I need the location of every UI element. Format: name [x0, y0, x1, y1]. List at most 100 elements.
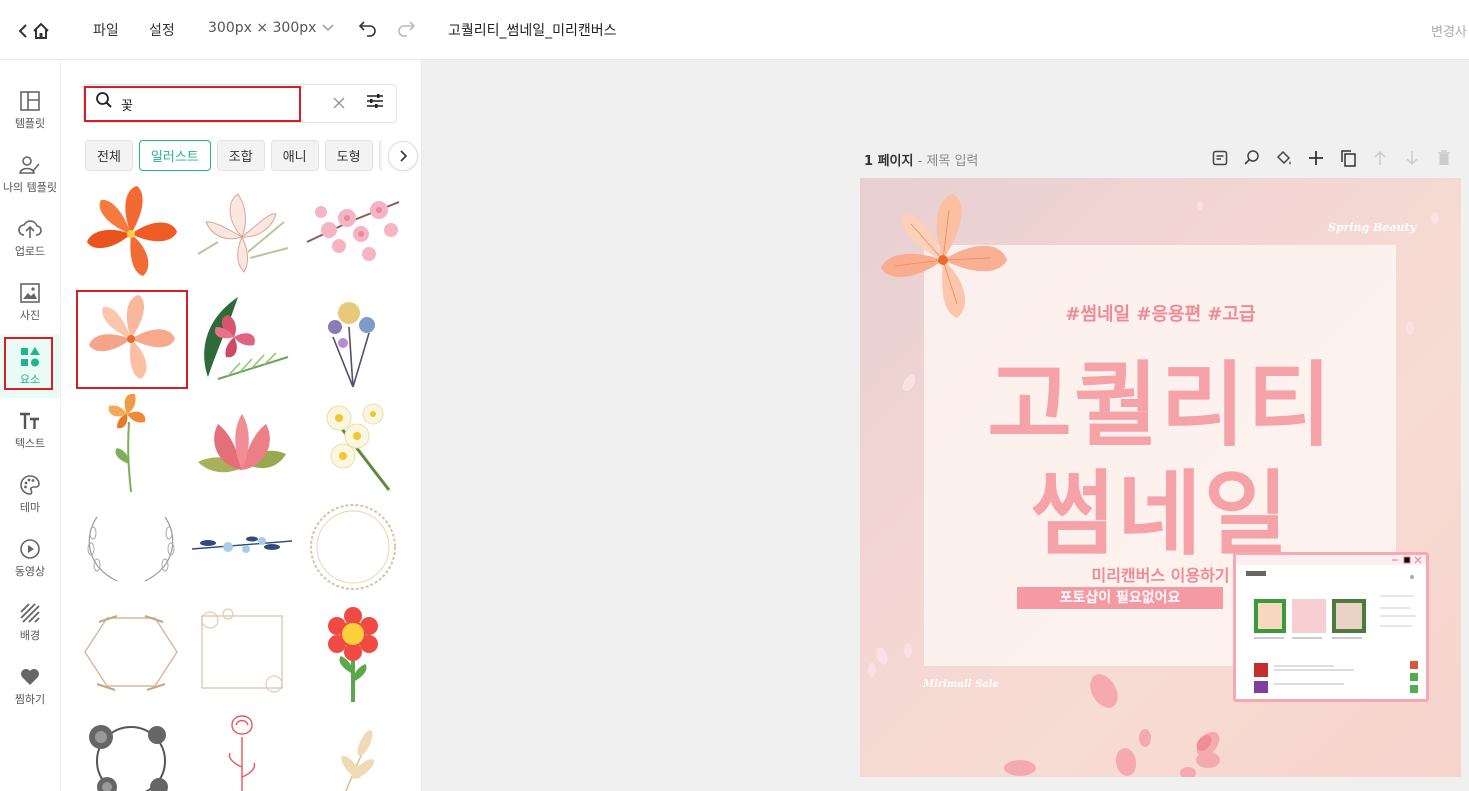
search-icon	[96, 92, 112, 108]
rail-label: 배경	[19, 629, 41, 642]
chip-illustration[interactable]: 일러스트	[138, 140, 211, 171]
page-label[interactable]: 1 페이지 - 제목 입력	[864, 150, 978, 169]
menu-settings[interactable]: 설정	[149, 20, 175, 40]
golden-wreath-illustration	[310, 504, 396, 590]
result-item[interactable]	[299, 707, 407, 791]
lotus-sketch-illustration	[197, 193, 289, 273]
rail-item-my-template[interactable]: 나의 템플릿	[0, 150, 60, 210]
rail-item-theme[interactable]: 테마	[0, 470, 60, 530]
page-memo-button[interactable]	[1208, 148, 1232, 168]
canvas-hashtags[interactable]: #썸네일 #응용편 #고급	[860, 300, 1461, 326]
result-item[interactable]	[299, 287, 407, 388]
rail-label: 테마	[19, 501, 41, 514]
tropical-flower-illustration	[204, 297, 289, 380]
trash-icon	[1438, 150, 1450, 165]
page-fill-button[interactable]	[1272, 148, 1296, 168]
beige-leaves-illustration	[341, 730, 375, 791]
clear-search-button[interactable]	[333, 94, 345, 113]
change-history-text[interactable]: 변경사	[1431, 21, 1469, 40]
canvas-size-value: 300px × 300px	[208, 20, 317, 36]
menu-file[interactable]: 파일	[93, 20, 119, 40]
selected-result-highlight	[76, 290, 188, 389]
rail-item-upload[interactable]: 업로드	[0, 214, 60, 274]
text-icon	[20, 412, 39, 429]
chip-all[interactable]: 전체	[85, 140, 133, 171]
result-item[interactable]	[77, 602, 185, 702]
wildflower-bouquet-illustration	[328, 302, 375, 388]
result-item[interactable]	[188, 707, 296, 791]
rail-item-template[interactable]: 템플릿	[0, 86, 60, 146]
chip-animation[interactable]: 애니	[270, 140, 319, 171]
rail-label: 동영상	[14, 565, 46, 578]
add-page-button[interactable]	[1304, 148, 1328, 168]
laurel-wreath-illustration	[87, 516, 175, 582]
result-item[interactable]	[299, 392, 407, 492]
document-title[interactable]: 고퀄리티_썸네일_미리캔버스	[448, 20, 617, 40]
canvas-size-dropdown[interactable]: 300px × 300px	[208, 20, 334, 36]
chips-next-button[interactable]	[388, 141, 418, 171]
delete-page-button[interactable]	[1432, 148, 1456, 168]
result-item[interactable]	[188, 602, 296, 702]
copy-icon	[1341, 150, 1356, 167]
category-chips: 전체 일러스트 조합 애니 도형 사진	[85, 140, 382, 172]
photo-icon	[20, 283, 40, 303]
search-input[interactable]	[121, 94, 321, 114]
rail-item-favorites[interactable]: 찜하기	[0, 662, 60, 722]
rail-item-photo[interactable]: 사진	[0, 278, 60, 338]
duplicate-page-button[interactable]	[1336, 148, 1360, 168]
browser-mockup-image[interactable]	[1233, 552, 1429, 702]
red-daisy-illustration	[328, 607, 378, 702]
undo-icon	[358, 21, 376, 37]
page-toolbar	[1208, 148, 1456, 168]
move-page-up-button[interactable]	[1368, 148, 1392, 168]
elements-panel: 전체 일러스트 조합 애니 도형 사진	[61, 60, 422, 791]
orange-lily-stem-illustration	[108, 393, 146, 493]
background-icon	[20, 603, 40, 623]
redo-button[interactable]	[396, 18, 416, 42]
chevron-left-icon	[18, 24, 27, 38]
rail-label: 템플릿	[14, 117, 46, 130]
plus-icon	[1309, 151, 1323, 165]
rail-label: 찜하기	[14, 693, 46, 706]
design-canvas[interactable]: Spring Beauty #썸네일 #응용편 #고급 고퀄리티 썸네일 미리캔…	[860, 178, 1461, 777]
result-item[interactable]	[299, 602, 407, 702]
corner-label-top: Spring Beauty	[1328, 221, 1417, 234]
result-item[interactable]	[77, 392, 185, 493]
floral-square-frame-illustration	[201, 608, 283, 693]
result-item[interactable]	[77, 707, 185, 791]
chip-photo[interactable]: 사진	[378, 140, 382, 171]
arrow-down-icon	[1406, 151, 1418, 166]
chip-combination[interactable]: 조합	[216, 140, 265, 171]
rail-item-background[interactable]: 배경	[0, 598, 60, 658]
rail-label: 텍스트	[14, 437, 46, 450]
result-item[interactable]	[188, 497, 296, 597]
magic-resize-button[interactable]	[1240, 148, 1264, 168]
top-bar: 파일 설정 300px × 300px 고퀄리티_썸네일_미리캔버스 변경사	[0, 0, 1469, 60]
result-item[interactable]	[188, 182, 296, 282]
result-item[interactable]	[188, 287, 296, 387]
page-title-placeholder[interactable]: - 제목 입력	[913, 154, 979, 169]
result-item[interactable]	[299, 497, 407, 597]
magic-search-icon	[1244, 150, 1259, 165]
chevron-right-icon	[400, 150, 407, 162]
rail-item-text[interactable]: 텍스트	[0, 406, 60, 466]
result-item[interactable]	[77, 497, 185, 597]
chevron-down-icon	[322, 24, 334, 32]
page-number: 1 페이지	[864, 154, 914, 169]
left-rail: 템플릿 나의 템플릿 업로드 사진 요소 텍스트 테마 동영상 배경 찜하기	[0, 60, 61, 791]
hibiscus-orange-illustration	[87, 186, 177, 276]
rail-item-video[interactable]: 동영상	[0, 534, 60, 594]
home-icon	[33, 22, 49, 39]
filter-button[interactable]	[366, 93, 384, 113]
move-page-down-button[interactable]	[1400, 148, 1424, 168]
template-icon	[20, 91, 40, 111]
chip-shape[interactable]: 도형	[324, 140, 373, 171]
undo-button[interactable]	[358, 18, 378, 42]
home-button[interactable]	[18, 19, 58, 43]
result-item[interactable]	[77, 182, 185, 282]
result-item[interactable]	[299, 182, 407, 282]
upload-icon	[18, 220, 42, 238]
paint-bucket-icon	[1276, 150, 1291, 165]
result-item[interactable]	[188, 392, 296, 492]
canvas-subtitle-2[interactable]: 포토샵이 필요없어요	[1017, 587, 1223, 609]
